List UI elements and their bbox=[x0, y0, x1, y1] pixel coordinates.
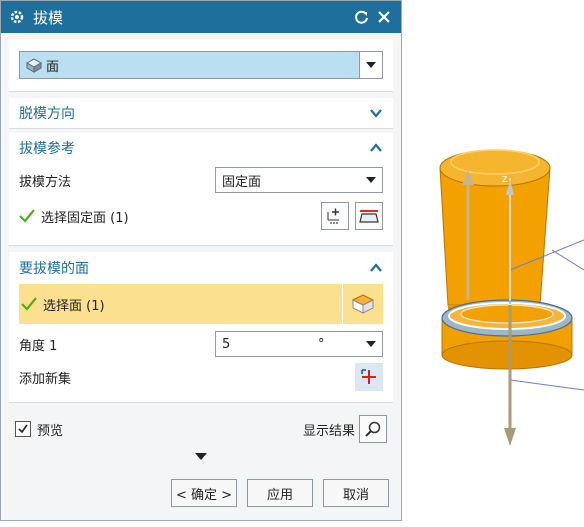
chevron-up-icon[interactable] bbox=[369, 261, 383, 275]
show-result-label: 显示结果 bbox=[302, 423, 355, 439]
draw-direction-header[interactable]: 脱模方向 bbox=[9, 98, 393, 128]
type-select-value: 面 bbox=[46, 59, 60, 75]
chevron-down-icon[interactable] bbox=[369, 106, 383, 120]
add-face-icon bbox=[327, 208, 339, 224]
draft-dialog: 拔模 面 脱模方向 拔模参考 拔模方法 固定面 选择固定面 (1) 要拔模的面 … bbox=[0, 0, 402, 521]
select-stationary-face-row: 选择固定面 (1) bbox=[9, 197, 393, 235]
draft-reference-section: 拔模参考 拔模方法 固定面 选择固定面 (1) bbox=[9, 133, 393, 246]
angle-row: 角度 1 5 ° bbox=[9, 326, 393, 362]
section-title: 要拔模的面 bbox=[19, 261, 89, 277]
add-new-set-row: 添加新集 bbox=[9, 362, 393, 392]
type-select[interactable]: 面 bbox=[19, 51, 383, 79]
apply-button[interactable]: 应用 bbox=[247, 479, 313, 507]
face-select-icon bbox=[351, 294, 375, 314]
angle-label: 角度 1 bbox=[19, 338, 58, 354]
angle-input[interactable]: 5 ° bbox=[215, 331, 383, 357]
magnifier-icon bbox=[365, 421, 381, 437]
select-face-button[interactable] bbox=[342, 284, 383, 324]
cancel-button[interactable]: 取消 bbox=[323, 479, 389, 507]
caret-down-icon[interactable] bbox=[360, 62, 382, 68]
graphics-window[interactable]: Z bbox=[402, 0, 584, 523]
dialog-title: 拔模 bbox=[33, 8, 64, 27]
draft-method-value: 固定面 bbox=[222, 174, 262, 190]
face-icon bbox=[24, 56, 44, 74]
draw-direction-section: 脱模方向 bbox=[9, 98, 393, 129]
type-section: 面 bbox=[9, 39, 393, 92]
close-icon[interactable] bbox=[375, 8, 393, 26]
chevron-up-icon[interactable] bbox=[369, 141, 383, 155]
stationary-plane-button[interactable] bbox=[355, 202, 383, 230]
plane-icon bbox=[359, 210, 379, 223]
svg-text:Z: Z bbox=[502, 175, 508, 184]
expand-down-icon[interactable] bbox=[195, 453, 207, 461]
reset-icon[interactable] bbox=[353, 8, 371, 26]
select-stationary-face-label: 选择固定面 (1) bbox=[41, 210, 129, 226]
show-result-button[interactable] bbox=[359, 415, 387, 443]
angle-value: 5 bbox=[222, 336, 231, 352]
draft-method-row: 拔模方法 固定面 bbox=[9, 163, 393, 197]
preview-checkbox[interactable] bbox=[15, 421, 31, 437]
preview-label: 预览 bbox=[37, 423, 64, 439]
ok-button[interactable]: < 确定 > bbox=[171, 479, 237, 507]
checkmark-icon bbox=[18, 424, 28, 434]
add-set-icon bbox=[361, 369, 376, 384]
select-face-label: 选择面 (1) bbox=[43, 298, 105, 314]
dialog-buttons: < 确定 > 应用 取消 bbox=[9, 477, 393, 509]
add-new-set-button[interactable] bbox=[355, 363, 383, 391]
angle-unit: ° bbox=[318, 336, 325, 352]
faces-to-draft-header[interactable]: 要拔模的面 bbox=[9, 252, 393, 284]
dialog-titlebar: 拔模 bbox=[1, 1, 401, 33]
section-title: 脱模方向 bbox=[19, 106, 75, 122]
caret-down-icon[interactable] bbox=[360, 177, 382, 183]
draft-method-select[interactable]: 固定面 bbox=[215, 167, 383, 193]
select-face-row[interactable]: 选择面 (1) bbox=[19, 284, 383, 324]
draft-method-label: 拔模方法 bbox=[19, 174, 72, 190]
section-title: 拔模参考 bbox=[19, 141, 75, 157]
check-icon bbox=[19, 209, 35, 223]
part-model: Z bbox=[439, 149, 584, 446]
caret-down-icon[interactable] bbox=[360, 341, 382, 347]
draft-reference-header[interactable]: 拔模参考 bbox=[9, 133, 393, 163]
gear-icon[interactable] bbox=[9, 9, 25, 25]
add-new-set-label: 添加新集 bbox=[19, 371, 72, 387]
faces-to-draft-section: 要拔模的面 选择面 (1) 角度 1 5 ° 添加新集 bbox=[9, 252, 393, 403]
preview-row: 预览 显示结果 bbox=[1, 409, 401, 449]
face-finder-button[interactable] bbox=[321, 202, 349, 230]
check-icon bbox=[21, 297, 37, 311]
more-options[interactable] bbox=[1, 453, 401, 461]
